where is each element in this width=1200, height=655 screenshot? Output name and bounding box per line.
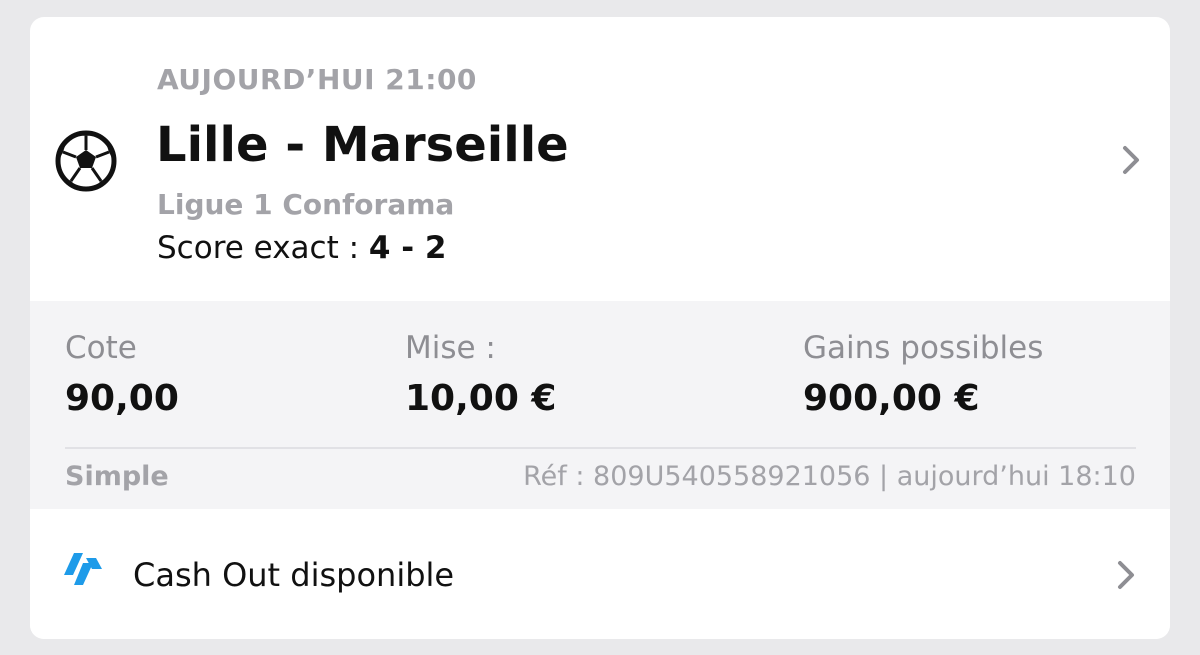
chevron-right-icon[interactable] [1111,555,1141,595]
potential-winnings-block: Gains possibles 900,00 € [803,329,1043,421]
divider [65,447,1136,449]
chevron-right-icon[interactable] [1116,140,1146,180]
stake-block: Mise : 10,00 € [405,329,556,421]
cashout-label: Cash Out disponible [133,556,455,594]
selection-value: 4 - 2 [368,230,447,266]
event-header[interactable]: AUJOURD’HUI 21:00 Lille - Marseille Ligu… [30,17,1170,301]
bet-stats: Cote 90,00 Mise : 10,00 € Gains possible… [30,301,1170,509]
bet-type: Simple [65,461,169,492]
odds-block: Cote 90,00 [65,329,179,421]
soccer-ball-icon [55,130,117,192]
bet-selection: Score exact : 4 - 2 [157,230,447,266]
bet-card: AUJOURD’HUI 21:00 Lille - Marseille Ligu… [30,17,1170,639]
cashout-icon [64,553,102,585]
event-datetime: AUJOURD’HUI 21:00 [157,63,477,96]
odds-label: Cote [65,330,137,366]
potential-winnings-label: Gains possibles [803,330,1044,366]
odds-value: 90,00 [65,378,179,419]
potential-winnings-value: 900,00 € [803,378,980,419]
match-title: Lille - Marseille [156,117,569,173]
competition-name: Ligue 1 Conforama [157,188,455,221]
selection-label: Score exact : [157,230,369,266]
bet-reference: Réf : 809U540558921056 | aujourd’hui 18:… [523,461,1136,492]
cashout-row[interactable]: Cash Out disponible [30,509,1170,639]
stake-value: 10,00 € [405,378,557,419]
stake-label: Mise : [405,330,496,366]
